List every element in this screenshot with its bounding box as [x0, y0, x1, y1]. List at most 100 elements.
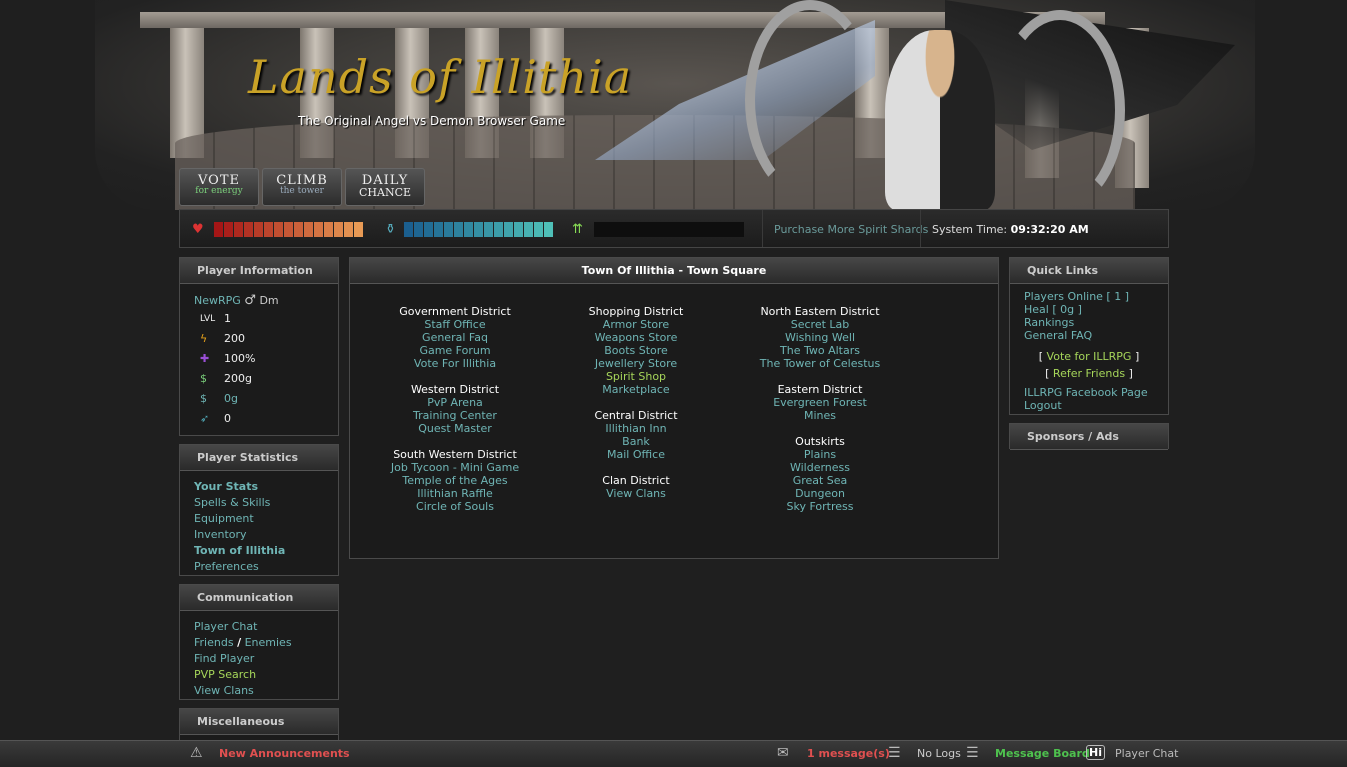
refer-friends-link[interactable]: Refer Friends [1053, 367, 1125, 380]
player-chat-link[interactable]: Player Chat [194, 619, 324, 635]
district-link[interactable]: Plains [740, 448, 900, 461]
gold-value: 200g [224, 372, 252, 385]
chat-icon: Hi [1086, 745, 1105, 760]
district-link[interactable]: Circle of Souls [375, 500, 535, 513]
health-bar-segment [294, 222, 303, 237]
game-logo[interactable]: Lands of Illithia [248, 50, 632, 104]
town-of-illithia-link[interactable]: Town of Illithia [194, 543, 324, 559]
district-link[interactable]: Secret Lab [740, 318, 900, 331]
health-bar-segment [264, 222, 273, 237]
district-link[interactable]: Spirit Shop [561, 370, 711, 383]
view-clans-link[interactable]: View Clans [194, 683, 324, 699]
district-title: Central District [594, 409, 678, 422]
player-statistics-panel: Player Statistics Your Stats Spells & Sk… [179, 444, 339, 576]
health-bar-segment [234, 222, 243, 237]
players-online-link[interactable]: Players Online [ 1 ] [1024, 290, 1154, 303]
purchase-spirit-shards-link[interactable]: Purchase More Spirit Shards [774, 223, 928, 236]
logs-link[interactable]: No Logs [917, 747, 961, 760]
enemies-link[interactable]: Enemies [245, 636, 292, 649]
message-board-link[interactable]: Message Board [995, 747, 1090, 760]
district-link[interactable]: PvP Arena [375, 396, 535, 409]
mana-bar-segment [544, 222, 553, 237]
communication-title: Communication [180, 585, 338, 611]
mana-bar-segment [524, 222, 533, 237]
district-link[interactable]: Quest Master [375, 422, 535, 435]
district-link[interactable]: Wishing Well [740, 331, 900, 344]
logout-link[interactable]: Logout [1024, 399, 1154, 412]
preferences-link[interactable]: Preferences [194, 559, 324, 575]
heal-link[interactable]: Heal [ 0g ] [1024, 303, 1154, 316]
district-title: Shopping District [588, 305, 684, 318]
general-faq-link[interactable]: General FAQ [1024, 329, 1154, 342]
district-link[interactable]: Armor Store [561, 318, 711, 331]
your-stats-link[interactable]: Your Stats [194, 479, 324, 495]
bottom-bar: ⚠ New Announcements ✉ 1 message(s) ☰ No … [0, 740, 1347, 767]
districts-column-1: Government District Staff Office General F… [375, 305, 535, 513]
bank-value-link[interactable]: 0g [224, 389, 238, 409]
player-info-body: NewRPG ♂ Dm LVL 1 ϟ 200 ✚ 100% $200g $0g ➶ 0 [180, 284, 338, 429]
rankings-link[interactable]: Rankings [1024, 316, 1154, 329]
pvp-search-link[interactable]: PVP Search [194, 667, 324, 683]
district-link[interactable]: View Clans [561, 487, 711, 500]
district-link[interactable]: Marketplace [561, 383, 711, 396]
new-announcements-link[interactable]: New Announcements [219, 747, 350, 760]
district-link[interactable]: Staff Office [375, 318, 535, 331]
mana-bar-segment [494, 222, 503, 237]
player-name-link[interactable]: NewRPG [194, 294, 241, 307]
district-link[interactable]: Jewellery Store [561, 357, 711, 370]
district-link[interactable]: Game Forum [375, 344, 535, 357]
district-link[interactable]: Job Tycoon - Mini Game [375, 461, 535, 474]
district-link[interactable]: Bank [561, 435, 711, 448]
mana-bar-segment [454, 222, 463, 237]
angel-figure [885, 30, 995, 210]
friends-link[interactable]: Friends [194, 636, 234, 649]
equipment-link[interactable]: Equipment [194, 511, 324, 527]
health-bar-segment [324, 222, 333, 237]
quick-links-list: Players Online [ 1 ] Heal [ 0g ] Ranking… [1010, 284, 1168, 418]
refer-friends-row: [ Refer Friends ] [1024, 365, 1154, 382]
player-chat-bottom-link[interactable]: Player Chat [1115, 747, 1178, 760]
system-time-value: 09:32:20 AM [1010, 223, 1089, 236]
district-link[interactable]: Temple of the Ages [375, 474, 535, 487]
district-link[interactable]: Mail Office [561, 448, 711, 461]
divider [920, 210, 921, 247]
warning-icon: ⚠ [190, 745, 203, 761]
puzzle-value: 100% [224, 352, 256, 365]
vote-button[interactable]: VOTE for energy [179, 168, 259, 206]
system-time: System Time: 09:32:20 AM [932, 223, 1089, 236]
district-link[interactable]: Training Center [375, 409, 535, 422]
feather-value: 0 [224, 412, 231, 425]
district-link[interactable]: Evergreen Forest [740, 396, 900, 409]
district-link[interactable]: Illithian Raffle [375, 487, 535, 500]
vote-ilrpg-link[interactable]: Vote for ILLRPG [1047, 350, 1132, 363]
district-link[interactable]: The Two Altars [740, 344, 900, 357]
health-bar-segment [254, 222, 263, 237]
inventory-link[interactable]: Inventory [194, 527, 324, 543]
daily-chance-button[interactable]: DAILY CHANCE [345, 168, 425, 206]
logs-icon: ☰ [888, 745, 901, 761]
district-title: Eastern District [777, 383, 863, 396]
health-bar [214, 222, 363, 237]
spells-skills-link[interactable]: Spells & Skills [194, 495, 324, 511]
district-link[interactable]: The Tower of Celestus [740, 357, 900, 370]
district-link[interactable]: Mines [740, 409, 900, 422]
district-link[interactable]: Weapons Store [561, 331, 711, 344]
messages-link[interactable]: 1 message(s) [807, 747, 890, 760]
district-link[interactable]: Vote For Illithia [375, 357, 535, 370]
district-link[interactable]: Sky Fortress [740, 500, 900, 513]
bracket: [ [1038, 350, 1044, 363]
district-link[interactable]: Dungeon [740, 487, 900, 500]
facebook-page-link[interactable]: ILLRPG Facebook Page [1024, 386, 1154, 399]
energy-icon: ϟ [200, 332, 208, 345]
district-link[interactable]: Illithian Inn [561, 422, 711, 435]
sponsors-title: Sponsors / Ads [1010, 424, 1168, 450]
slash-separator: / [237, 636, 242, 649]
district-link[interactable]: Great Sea [740, 474, 900, 487]
find-player-link[interactable]: Find Player [194, 651, 324, 667]
district-link[interactable]: General Faq [375, 331, 535, 344]
district-link[interactable]: Boots Store [561, 344, 711, 357]
tagline: The Original Angel vs Demon Browser Game [298, 114, 566, 128]
district-link[interactable]: Wilderness [740, 461, 900, 474]
climb-tower-button[interactable]: CLIMB the tower [262, 168, 342, 206]
bracket: ] [1128, 367, 1133, 380]
